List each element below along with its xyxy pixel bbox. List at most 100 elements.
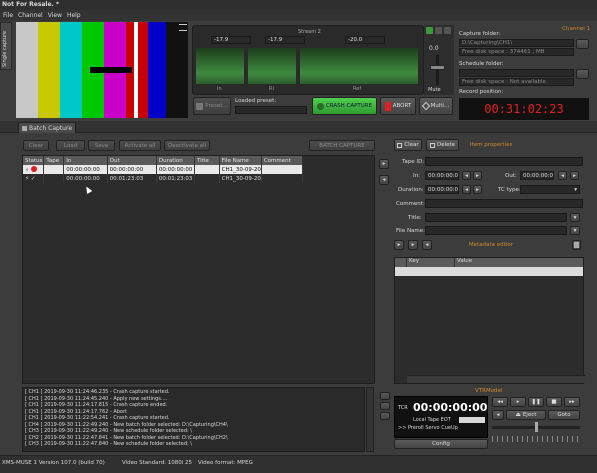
file-name-field[interactable]: [425, 226, 567, 235]
play-button[interactable]: ▸: [510, 397, 526, 407]
side-tab-single-capture[interactable]: Single capture: [0, 22, 12, 70]
lightning-icon: ⚡: [25, 175, 29, 182]
col-status[interactable]: Status: [23, 156, 45, 165]
row-status[interactable]: ⚡ ✓: [23, 174, 45, 183]
title-options-button[interactable]: ▾: [570, 213, 580, 222]
row-title: [194, 174, 220, 183]
abort-button[interactable]: ABORT: [380, 97, 416, 115]
duration-field[interactable]: 00:00:00:00: [425, 185, 459, 194]
tab-batch-capture[interactable]: Batch Capture: [18, 122, 76, 133]
clear-list-button[interactable]: Clear: [23, 140, 49, 151]
mouse-cursor-icon: [83, 184, 93, 195]
log-side-buttons: [379, 392, 391, 452]
rewind-button[interactable]: ◂◂: [492, 397, 508, 407]
out-field[interactable]: 00:00:00:00: [520, 171, 554, 180]
row-status[interactable]: ⚡: [23, 165, 45, 174]
activate-all-button[interactable]: Activate all: [119, 140, 161, 151]
capture-folder-path[interactable]: D:\Capturing\CH1\: [459, 39, 574, 47]
volume-slider-handle[interactable]: [430, 65, 445, 70]
config-button[interactable]: Config: [394, 439, 488, 449]
metadata-add-button[interactable]: ▸: [394, 240, 404, 250]
menu-channel[interactable]: Channel: [18, 12, 43, 19]
log-line: [ CH3 ] 2019-09-30 11:22:47.840 - New sc…: [25, 441, 192, 447]
metadata-editor-header: Metadata editor: [469, 242, 513, 248]
volume-slider[interactable]: [436, 55, 439, 85]
config-label: Config: [432, 441, 450, 447]
schedule-folder-path[interactable]: [459, 69, 574, 77]
move-left-button[interactable]: ◂: [379, 175, 389, 185]
log-scrollbar[interactable]: [366, 387, 374, 452]
video-standard-text: Video Standard: 1080i 25: [122, 460, 193, 466]
capture-folder-browse-button[interactable]: [576, 39, 589, 49]
menu-help[interactable]: Help: [67, 12, 81, 19]
pause-button[interactable]: ❚❚: [528, 397, 544, 407]
crash-capture-button[interactable]: CRASH CAPTURE: [312, 97, 377, 115]
out-next-button[interactable]: ▸: [570, 171, 579, 180]
fast-forward-button[interactable]: ▸▸: [564, 397, 580, 407]
lightning-icon: ⚡: [25, 167, 29, 174]
metadata-col-value[interactable]: Value: [455, 258, 583, 267]
tc-type-select[interactable]: ▾: [520, 185, 580, 194]
comment-field[interactable]: [425, 199, 583, 208]
load-button[interactable]: Load: [56, 140, 85, 151]
video-format-text: Video format: MPEG: [198, 460, 253, 466]
log-button-2[interactable]: [380, 402, 390, 410]
in-field[interactable]: 00:00:00:00: [425, 171, 459, 180]
deactivate-all-button[interactable]: Deactivate all: [164, 140, 210, 151]
menu-view[interactable]: View: [48, 12, 62, 19]
col-comment[interactable]: Comment: [261, 156, 304, 165]
in-prev-button[interactable]: ◂: [462, 171, 471, 180]
stop-button[interactable]: ■: [546, 397, 562, 407]
window-title: Not For Resale. *: [2, 1, 60, 8]
file-name-options-button[interactable]: ▾: [570, 226, 580, 235]
duration-prev-button[interactable]: ◂: [462, 185, 471, 194]
col-title[interactable]: Title: [194, 156, 220, 165]
green-check-icon[interactable]: [426, 27, 433, 34]
jog-slider-handle[interactable]: [535, 422, 538, 432]
metadata-row[interactable]: [395, 267, 583, 276]
menu-file[interactable]: File: [3, 12, 13, 19]
video-preview: [16, 22, 188, 118]
settings-icon[interactable]: [435, 27, 442, 34]
metadata-col-key[interactable]: Key: [407, 258, 455, 267]
col-file-name[interactable]: File Name: [219, 156, 262, 165]
crash-capture-label: CRASH CAPTURE: [325, 103, 373, 109]
batch-capture-button[interactable]: BATCH CAPTURE: [309, 140, 375, 151]
tape-id-field[interactable]: [425, 157, 583, 166]
goto-button[interactable]: Goto: [548, 410, 580, 420]
table-row[interactable]: ⚡ 00:00:00:00 00:00:00:00 00:00:00:00 CH…: [23, 165, 304, 174]
preset-icon: [196, 102, 204, 110]
metadata-delete-button[interactable]: [572, 240, 581, 250]
col-tape[interactable]: Tape: [43, 156, 65, 165]
audio-icon[interactable]: [444, 27, 451, 34]
out-prev-button[interactable]: ◂: [558, 171, 567, 180]
duration-next-button[interactable]: ▸: [473, 185, 482, 194]
props-clear-button[interactable]: Clear: [394, 139, 422, 151]
schedule-folder-browse-button[interactable]: [576, 69, 589, 79]
in-label: In:: [413, 173, 420, 179]
batch-toolbar: Clear Load Save Activate all Deactivate …: [22, 139, 376, 153]
log-button-3[interactable]: [380, 412, 390, 420]
preview-menu-icon[interactable]: [179, 24, 187, 31]
metadata-edit-button[interactable]: ▸: [408, 240, 418, 250]
preset-button[interactable]: Preset...: [193, 97, 231, 115]
metadata-scrollbar[interactable]: [407, 375, 585, 383]
log-button-1[interactable]: [380, 392, 390, 400]
table-row[interactable]: ⚡ ✓ 00:00:00:00 00:01:23:03 00:01:23:03 C…: [23, 174, 304, 183]
title-field[interactable]: [425, 213, 567, 222]
side-tab-label: Single capture: [2, 30, 8, 67]
mute-label[interactable]: Mute: [428, 87, 441, 93]
move-right-button[interactable]: ▸: [379, 159, 389, 169]
col-out[interactable]: Out: [107, 156, 157, 165]
step-back-button[interactable]: ◂: [492, 410, 504, 420]
props-delete-button[interactable]: Delete: [426, 139, 459, 151]
col-in[interactable]: In: [63, 156, 108, 165]
in-next-button[interactable]: ▸: [473, 171, 482, 180]
multi-button[interactable]: Multi...: [419, 97, 453, 115]
col-duration[interactable]: Duration: [156, 156, 195, 165]
eject-button[interactable]: ⏏ Eject: [506, 410, 546, 420]
loaded-preset-field: [235, 106, 307, 114]
metadata-remove-button[interactable]: ◂: [422, 240, 432, 250]
save-button[interactable]: Save: [88, 140, 115, 151]
channel-label: Channel 1: [562, 26, 590, 32]
